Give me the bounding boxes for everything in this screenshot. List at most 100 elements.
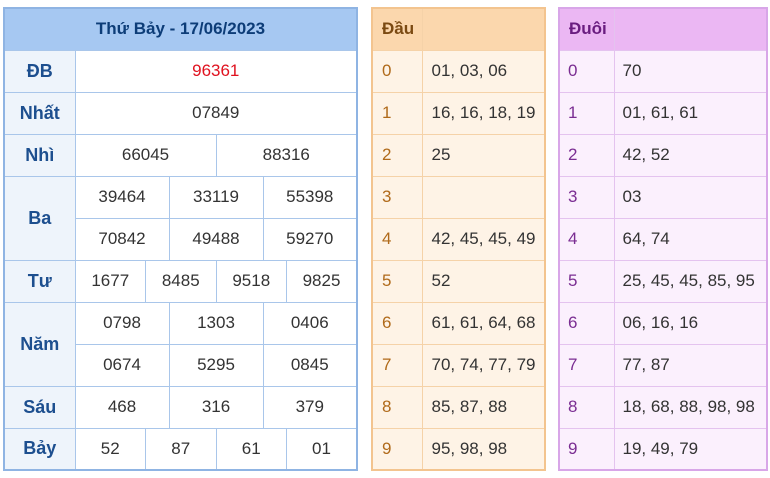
head-digit: 6 (371, 301, 423, 345)
prize-value-nhi: 66045 (74, 133, 217, 177)
tail-values: 42, 52 (613, 133, 768, 177)
prize-label-bay: Bảy (3, 427, 76, 471)
prize-value-nam: 0798 (74, 301, 170, 345)
tail-row: 1 01, 61, 61 (558, 91, 768, 135)
head-header: Đầu (371, 7, 423, 51)
head-values: 01, 03, 06 (421, 49, 546, 93)
tail-digit: 6 (558, 301, 615, 345)
head-values: 42, 45, 45, 49 (421, 217, 546, 261)
prize-value-nam: 0845 (262, 343, 358, 387)
prize-row-nam: Năm 0798 1303 0406 (3, 301, 358, 387)
head-row: 4 42, 45, 45, 49 (371, 217, 546, 261)
tail-digit: 0 (558, 49, 615, 93)
tail-digit: 1 (558, 91, 615, 135)
prize-value-ba: 59270 (262, 217, 358, 261)
prize-label-tu: Tư (3, 259, 76, 303)
prize-value-sau: 379 (262, 385, 358, 429)
prize-row-bay: Bảy 52 87 61 01 (3, 427, 358, 471)
prize-row-db: ĐB 96361 (3, 49, 358, 93)
head-values: 52 (421, 259, 546, 303)
tail-values: 19, 49, 79 (613, 427, 768, 471)
tail-digit: 8 (558, 385, 615, 429)
head-values (421, 175, 546, 219)
tail-digit: 5 (558, 259, 615, 303)
prize-row-nhi: Nhì 66045 88316 (3, 133, 358, 177)
prize-row-ba: Ba 39464 33119 55398 (3, 175, 358, 261)
head-values: 70, 74, 77, 79 (421, 343, 546, 387)
tail-values: 06, 16, 16 (613, 301, 768, 345)
tail-row: 3 03 (558, 175, 768, 219)
prize-value-nam: 0674 (74, 343, 170, 387)
head-digit: 4 (371, 217, 423, 261)
tail-digit-table: Đuôi 0 70 1 01, 61, 61 2 42, 52 3 03 4 64, 74 5 25,… (558, 7, 768, 471)
prize-value-nhat: 07849 (74, 91, 358, 135)
prize-value-ba: 33119 (168, 175, 264, 219)
head-digit: 2 (371, 133, 423, 177)
prize-label-db: ĐB (3, 49, 76, 93)
tail-digit: 2 (558, 133, 615, 177)
tail-values: 25, 45, 45, 85, 95 (613, 259, 768, 303)
head-row: 9 95, 98, 98 (371, 427, 546, 471)
tail-values: 64, 74 (613, 217, 768, 261)
prize-row-sau: Sáu 468 316 379 (3, 385, 358, 429)
head-row: 0 01, 03, 06 (371, 49, 546, 93)
head-digit: 9 (371, 427, 423, 471)
prize-value-bay: 52 (74, 427, 146, 471)
prize-label-sau: Sáu (3, 385, 76, 429)
tail-digit: 4 (558, 217, 615, 261)
prize-label-nhat: Nhất (3, 91, 76, 135)
prize-label-nam: Năm (3, 301, 76, 387)
prize-value-sau: 316 (168, 385, 264, 429)
head-row: 7 70, 74, 77, 79 (371, 343, 546, 387)
tail-row: 5 25, 45, 45, 85, 95 (558, 259, 768, 303)
head-row: 8 85, 87, 88 (371, 385, 546, 429)
head-row: 5 52 (371, 259, 546, 303)
tail-digit: 7 (558, 343, 615, 387)
head-row: 3 (371, 175, 546, 219)
head-digit: 5 (371, 259, 423, 303)
prize-value-nam: 5295 (168, 343, 264, 387)
prize-value-nam: 1303 (168, 301, 264, 345)
results-title: Thứ Bảy - 17/06/2023 (3, 7, 358, 51)
prize-value-nam: 0406 (262, 301, 358, 345)
tail-row: 9 19, 49, 79 (558, 427, 768, 471)
head-row: 2 25 (371, 133, 546, 177)
prize-row-nhat: Nhất 07849 (3, 91, 358, 135)
head-digit: 1 (371, 91, 423, 135)
tail-row: 7 77, 87 (558, 343, 768, 387)
head-values: 16, 16, 18, 19 (421, 91, 546, 135)
prize-value-ba: 55398 (262, 175, 358, 219)
head-header-blank (421, 7, 546, 51)
head-digit: 0 (371, 49, 423, 93)
tail-row: 4 64, 74 (558, 217, 768, 261)
tail-values: 01, 61, 61 (613, 91, 768, 135)
prize-value-nhi: 88316 (215, 133, 358, 177)
head-row: 6 61, 61, 64, 68 (371, 301, 546, 345)
head-digit: 3 (371, 175, 423, 219)
prize-value-sau: 468 (74, 385, 170, 429)
head-digit: 8 (371, 385, 423, 429)
prize-value-tu: 9825 (286, 259, 358, 303)
tail-row: 0 70 (558, 49, 768, 93)
tail-values: 18, 68, 88, 98, 98 (613, 385, 768, 429)
head-digit: 7 (371, 343, 423, 387)
prize-label-nhi: Nhì (3, 133, 76, 177)
prize-value-bay: 61 (215, 427, 287, 471)
prize-label-ba: Ba (3, 175, 76, 261)
prize-row-tu: Tư 1677 8485 9518 9825 (3, 259, 358, 303)
tail-values: 77, 87 (613, 343, 768, 387)
head-values: 85, 87, 88 (421, 385, 546, 429)
tail-row: 8 18, 68, 88, 98, 98 (558, 385, 768, 429)
head-values: 95, 98, 98 (421, 427, 546, 471)
tail-values: 03 (613, 175, 768, 219)
prize-value-ba: 70842 (74, 217, 170, 261)
prize-value-ba: 39464 (74, 175, 170, 219)
head-digit-table: Đầu 0 01, 03, 06 1 16, 16, 18, 19 2 25 3 4 42, 4… (371, 7, 546, 471)
prize-value-bay: 87 (145, 427, 217, 471)
head-row: 1 16, 16, 18, 19 (371, 91, 546, 135)
prize-value-tu: 1677 (74, 259, 146, 303)
prize-value-ba: 49488 (168, 217, 264, 261)
head-values: 61, 61, 64, 68 (421, 301, 546, 345)
head-values: 25 (421, 133, 546, 177)
tail-row: 6 06, 16, 16 (558, 301, 768, 345)
